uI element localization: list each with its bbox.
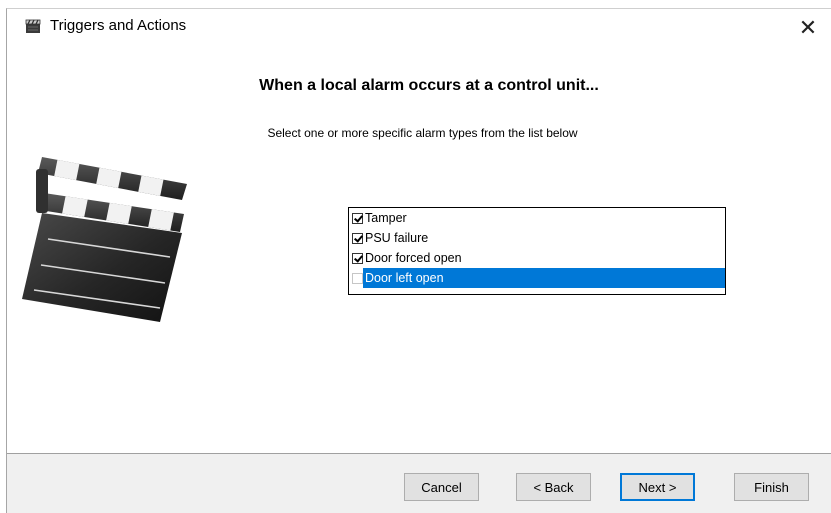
finish-button[interactable]: Finish [734,473,809,501]
door-forced-open-checkbox[interactable] [352,252,363,264]
window-title: Triggers and Actions [50,17,187,34]
alarm-type-list[interactable]: Tamper PSU failure Door forced open Door… [348,207,726,295]
list-item-door-forced-open[interactable]: Door forced open [349,248,725,268]
list-item-label: Tamper [365,211,407,225]
list-item-tamper[interactable]: Tamper [349,208,725,228]
page-heading: When a local alarm occurs at a control u… [259,77,599,94]
list-item-door-left-open[interactable]: Door left open [349,268,725,288]
door-left-open-checkbox[interactable] [352,272,363,284]
close-button[interactable]: ✕ [785,9,831,47]
title-bar: Triggers and Actions ✕ [7,9,831,47]
list-item-label: PSU failure [365,231,429,245]
clapperboard-icon [25,19,41,33]
tamper-checkbox[interactable] [352,212,363,224]
list-item-psu-failure[interactable]: PSU failure [349,228,725,248]
list-item-label: Door left open [363,268,725,288]
button-bar: Cancel < Back Next > Finish [7,454,831,513]
psu-failure-checkbox[interactable] [352,232,363,244]
instruction-text: Select one or more specific alarm types … [267,126,578,140]
back-button[interactable]: < Back [516,473,591,501]
cancel-button[interactable]: Cancel [404,473,479,501]
close-icon: ✕ [798,15,818,41]
list-item-label: Door forced open [365,251,462,265]
next-button[interactable]: Next > [620,473,695,501]
clapperboard-icon [22,157,187,322]
wizard-content: When a local alarm occurs at a control u… [7,47,831,453]
